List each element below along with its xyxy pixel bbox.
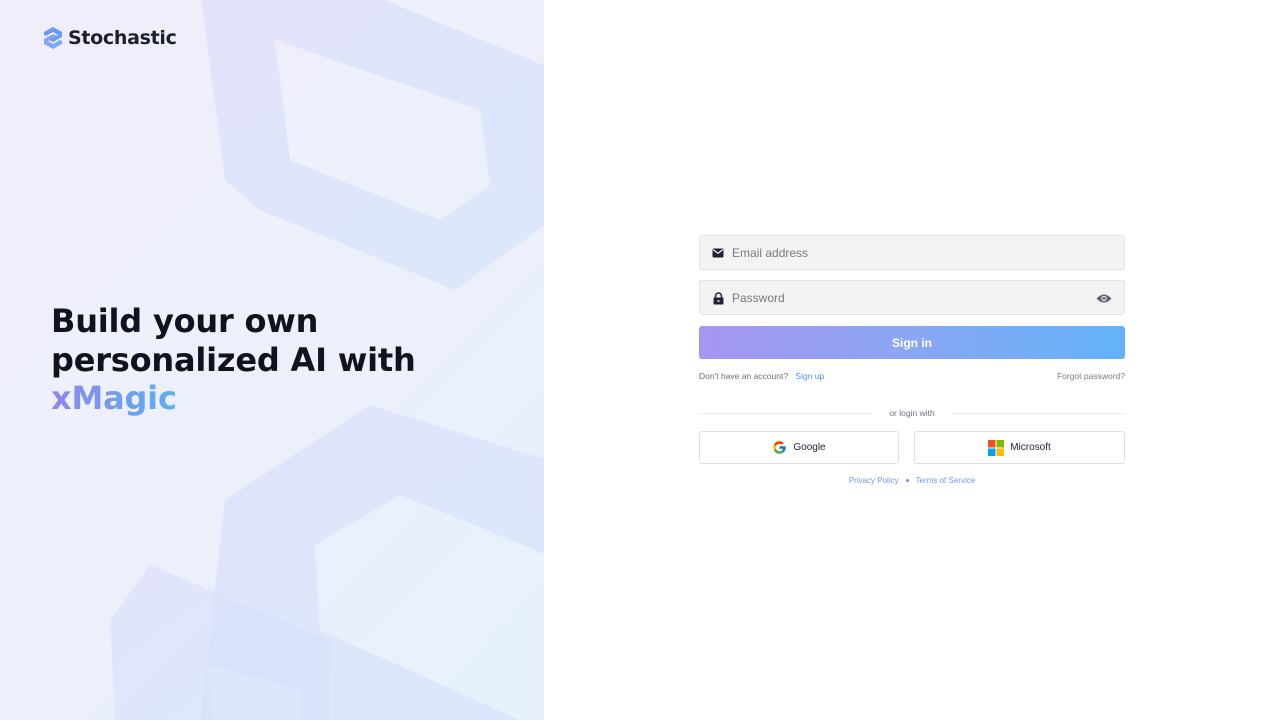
headline-accent: xMagic <box>51 379 177 417</box>
headline-line-2: personalized AI with <box>51 340 416 379</box>
google-label: Google <box>793 442 826 453</box>
legal-links: Privacy Policy Terms of Service <box>699 476 1125 485</box>
hero-headline: Build your own personalized AI with xMag… <box>51 302 491 418</box>
hero-panel: Stochastic Build your own personalized A… <box>0 0 544 720</box>
email-input[interactable] <box>732 236 1082 269</box>
google-icon <box>773 441 787 454</box>
separator-dot <box>905 479 909 482</box>
no-account-text: Don't have an account? <box>699 371 789 381</box>
lock-icon <box>711 291 725 305</box>
brand-logo[interactable]: Stochastic <box>42 26 177 50</box>
login-form: Sign in Don't have an account? Sign up F… <box>699 235 1126 485</box>
microsoft-icon <box>988 439 1005 456</box>
brand-name: Stochastic <box>68 27 177 49</box>
social-divider: or login with <box>699 408 1126 418</box>
password-field[interactable] <box>699 280 1125 315</box>
forgot-password-link[interactable]: Forgot password? <box>1057 371 1125 381</box>
sign-up-link[interactable]: Sign up <box>795 371 824 381</box>
account-links-row: Don't have an account? Sign up Forgot pa… <box>699 371 1125 381</box>
password-input[interactable] <box>732 281 1082 314</box>
divider-line-left <box>699 412 873 414</box>
divider-line-right <box>951 412 1126 414</box>
microsoft-label: Microsoft <box>1010 442 1051 453</box>
microsoft-login-button[interactable]: Microsoft <box>914 431 1125 464</box>
stochastic-logo-icon <box>44 27 62 49</box>
email-field[interactable] <box>699 235 1125 270</box>
sign-in-button[interactable]: Sign in <box>699 326 1125 359</box>
divider-text: or login with <box>889 408 935 418</box>
privacy-policy-link[interactable]: Privacy Policy <box>849 476 899 485</box>
terms-of-service-link[interactable]: Terms of Service <box>916 476 976 485</box>
headline-line-1: Build your own <box>51 302 319 340</box>
signup-prompt: Don't have an account? Sign up <box>699 371 824 381</box>
eye-icon[interactable] <box>1096 291 1112 305</box>
envelope-icon <box>711 246 725 260</box>
social-login-row: Google Microsoft <box>699 431 1125 464</box>
google-login-button[interactable]: Google <box>699 431 899 464</box>
